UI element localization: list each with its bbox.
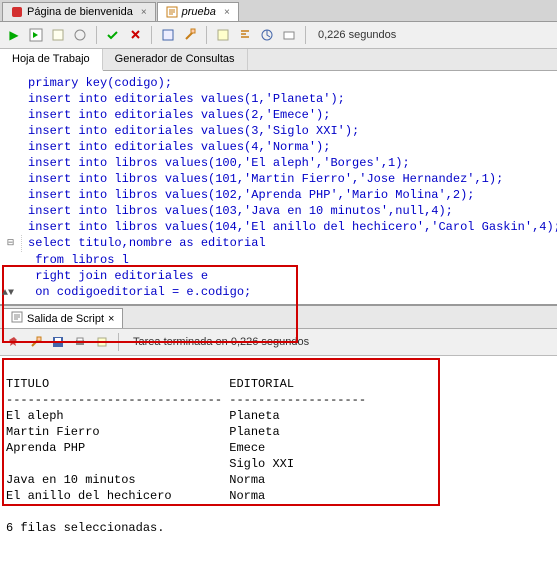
close-icon[interactable]: × bbox=[224, 7, 230, 18]
sql-file-icon bbox=[166, 6, 178, 18]
cell-titulo: Aprenda PHP bbox=[6, 441, 85, 455]
sql-tuning-button[interactable] bbox=[257, 25, 277, 45]
code-text: insert into libros values(103,'Java en 1… bbox=[28, 204, 453, 218]
code-text: insert into editoriales values(1,'Planet… bbox=[28, 92, 345, 106]
subtab-worksheet[interactable]: Hoja de Trabajo bbox=[0, 49, 103, 71]
cell-editorial: Planeta bbox=[229, 409, 279, 423]
rows-selected: 6 filas seleccionadas. bbox=[6, 521, 164, 535]
divider: ------------------- bbox=[229, 393, 366, 407]
cell-titulo: El anillo del hechicero bbox=[6, 489, 172, 503]
cell-editorial: Norma bbox=[229, 489, 265, 503]
dbms-output-button[interactable] bbox=[279, 25, 299, 45]
separator bbox=[206, 26, 207, 44]
code-text: insert into editoriales values(4,'Norma'… bbox=[28, 140, 330, 154]
tab-welcome[interactable]: Página de bienvenida × bbox=[2, 2, 156, 21]
pin-button[interactable] bbox=[4, 332, 24, 352]
scroll-up-icon[interactable]: ▲▼ bbox=[2, 286, 14, 302]
explain-plan-button[interactable] bbox=[48, 25, 68, 45]
tab-label: Salida de Script bbox=[27, 313, 104, 325]
code-text: right join editoriales e bbox=[28, 269, 208, 283]
cell-titulo: Martin Fierro bbox=[6, 425, 100, 439]
code-text: insert into libros values(100,'El aleph'… bbox=[28, 156, 410, 170]
code-text: select titulo,nombre as editorial bbox=[28, 236, 266, 250]
sql-history-button[interactable] bbox=[213, 25, 233, 45]
main-toolbar: ▶ 0,226 segundos bbox=[0, 22, 557, 49]
separator bbox=[305, 26, 306, 44]
execution-time: 0,226 segundos bbox=[318, 29, 396, 41]
tab-label: prueba bbox=[182, 6, 216, 18]
code-text: insert into libros values(102,'Aprenda P… bbox=[28, 188, 474, 202]
cell-titulo: Java en 10 minutos bbox=[6, 473, 136, 487]
print-output-button[interactable] bbox=[70, 332, 90, 352]
cancel-sql-button[interactable] bbox=[92, 332, 112, 352]
output-toolbar: Tarea terminada en 0,226 segundos bbox=[0, 329, 557, 356]
code-text: insert into editoriales values(2,'Emece'… bbox=[28, 108, 330, 122]
code-text: primary key(codigo); bbox=[28, 76, 172, 90]
run-script-button[interactable] bbox=[26, 25, 46, 45]
clear-button[interactable] bbox=[180, 25, 200, 45]
clear-output-button[interactable] bbox=[26, 332, 46, 352]
cell-editorial: Emece bbox=[229, 441, 265, 455]
separator bbox=[118, 333, 119, 351]
cell-editorial: Norma bbox=[229, 473, 265, 487]
divider: ------------------------------ bbox=[6, 393, 222, 407]
file-tabs: Página de bienvenida × prueba × bbox=[0, 0, 557, 22]
format-button[interactable] bbox=[235, 25, 255, 45]
unshared-button[interactable] bbox=[158, 25, 178, 45]
script-output[interactable]: TITULO EDITORIAL -----------------------… bbox=[0, 356, 557, 566]
commit-button[interactable] bbox=[103, 25, 123, 45]
close-icon[interactable]: × bbox=[141, 7, 147, 18]
rollback-button[interactable] bbox=[125, 25, 145, 45]
close-icon[interactable]: × bbox=[108, 313, 114, 325]
script-output-icon bbox=[11, 311, 23, 326]
cell-titulo: El aleph bbox=[6, 409, 64, 423]
oracle-icon bbox=[11, 6, 23, 18]
run-button[interactable]: ▶ bbox=[4, 25, 24, 45]
cell-editorial: Siglo XXI bbox=[229, 457, 294, 471]
tab-prueba[interactable]: prueba × bbox=[157, 2, 239, 21]
save-output-button[interactable] bbox=[48, 332, 68, 352]
output-tabs: Salida de Script × bbox=[0, 306, 557, 329]
code-text: from libros l bbox=[28, 253, 129, 267]
separator bbox=[151, 26, 152, 44]
col-titulo: TITULO bbox=[6, 377, 49, 391]
worksheet-subtabs: Hoja de Trabajo Generador de Consultas bbox=[0, 49, 557, 71]
subtab-query-builder[interactable]: Generador de Consultas bbox=[103, 49, 248, 70]
autotrace-button[interactable] bbox=[70, 25, 90, 45]
code-text: insert into editoriales values(3,'Siglo … bbox=[28, 124, 359, 138]
tab-script-output[interactable]: Salida de Script × bbox=[2, 308, 123, 328]
sql-editor[interactable]: primary key(codigo); insert into editori… bbox=[0, 71, 557, 306]
separator bbox=[96, 26, 97, 44]
fold-icon[interactable]: ⊟ bbox=[7, 238, 15, 248]
task-status: Tarea terminada en 0,226 segundos bbox=[133, 336, 309, 348]
tab-label: Página de bienvenida bbox=[27, 6, 133, 18]
code-text: on codigoeditorial = e.codigo; bbox=[28, 285, 251, 299]
col-editorial: EDITORIAL bbox=[229, 377, 294, 391]
cell-editorial: Planeta bbox=[229, 425, 279, 439]
code-text: insert into libros values(101,'Martin Fi… bbox=[28, 172, 503, 186]
code-text: insert into libros values(104,'El anillo… bbox=[28, 220, 557, 234]
